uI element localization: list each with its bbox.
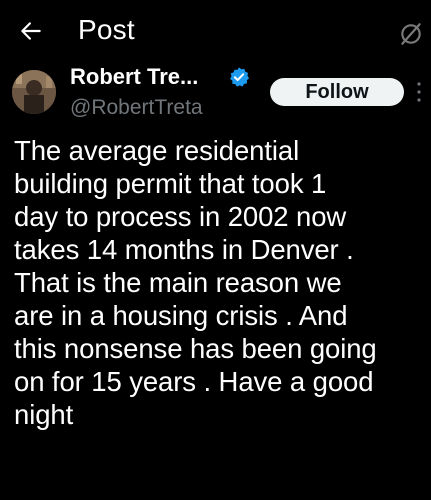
slash-circle-icon[interactable] [398,21,424,47]
post-text-line: takes 14 months in Denver . [14,234,354,265]
post-text: The average residential building permit … [14,134,428,431]
author-handle[interactable]: @RobertTreta [70,96,203,120]
verified-badge-icon [230,67,250,87]
author-name[interactable]: Robert Tre... [70,64,198,90]
avatar[interactable] [12,70,56,114]
post-text-line: day to process in 2002 now [14,201,347,232]
post-text-line: building permit that took 1 [14,168,327,199]
back-arrow-icon[interactable] [18,18,44,44]
post-text-line: are in a housing crisis . And [14,300,348,331]
more-options-icon[interactable] [416,80,422,104]
post-text-line: night [14,399,74,430]
top-bar: Post [0,0,431,60]
page-title: Post [78,14,135,45]
follow-button[interactable]: Follow [270,78,404,106]
avatar-image [12,70,56,114]
post-text-line: That is the main reason we [14,267,342,298]
post-text-line: The average residential [14,135,300,166]
post-text-line: on for 15 years . Have a good [14,366,374,397]
post-text-line: this nonsense has been going [14,333,377,364]
